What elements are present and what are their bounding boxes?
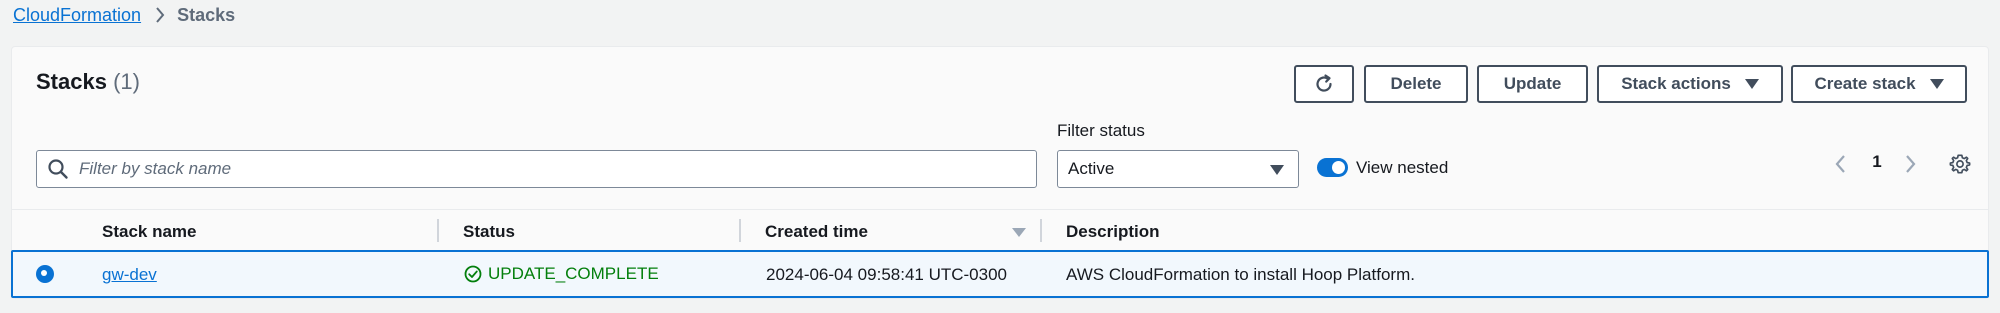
create-stack-button[interactable]: Create stack bbox=[1791, 65, 1967, 103]
table-header: Stack name Status Created time Descripti… bbox=[12, 209, 1988, 250]
created-time-cell: 2024-06-04 09:58:41 UTC-0300 bbox=[766, 265, 1007, 284]
caret-down-icon bbox=[1270, 165, 1284, 175]
column-divider[interactable] bbox=[437, 219, 439, 242]
delete-button-label: Delete bbox=[1390, 74, 1442, 93]
breadcrumb: CloudFormation Stacks bbox=[13, 2, 235, 28]
filter-status-value: Active bbox=[1068, 159, 1115, 178]
column-divider[interactable] bbox=[739, 219, 741, 242]
table-row[interactable]: gw-dev UPDATE_COMPLETE 2024-06-04 09:58:… bbox=[11, 250, 1989, 298]
row-select-radio[interactable] bbox=[36, 265, 54, 283]
search-icon bbox=[47, 158, 69, 180]
column-header-description[interactable]: Description bbox=[1066, 222, 1160, 242]
refresh-button[interactable] bbox=[1294, 65, 1354, 103]
stack-actions-label: Stack actions bbox=[1621, 74, 1731, 93]
filter-status-label: Filter status bbox=[1057, 121, 1145, 140]
column-header-status[interactable]: Status bbox=[463, 222, 515, 242]
refresh-icon bbox=[1313, 73, 1335, 95]
page-title: Stacks (1) bbox=[36, 69, 140, 95]
previous-page-button[interactable] bbox=[1830, 149, 1850, 179]
description-cell: AWS CloudFormation to install Hoop Platf… bbox=[1066, 265, 1415, 284]
column-divider[interactable] bbox=[1040, 219, 1042, 242]
delete-button[interactable]: Delete bbox=[1364, 65, 1468, 103]
next-page-button[interactable] bbox=[1901, 149, 1921, 179]
chevron-right-icon bbox=[1905, 154, 1917, 174]
gear-icon bbox=[1949, 153, 1971, 175]
column-header-stack-name[interactable]: Stack name bbox=[102, 222, 197, 242]
view-nested-label: View nested bbox=[1356, 158, 1449, 177]
update-button-label: Update bbox=[1503, 74, 1562, 93]
sort-descending-icon[interactable] bbox=[1012, 228, 1026, 237]
stack-actions-button[interactable]: Stack actions bbox=[1597, 65, 1783, 103]
create-stack-label: Create stack bbox=[1814, 74, 1916, 93]
stack-count: (1) bbox=[113, 69, 140, 94]
status-text: UPDATE_COMPLETE bbox=[488, 264, 659, 283]
update-button[interactable]: Update bbox=[1477, 65, 1588, 103]
breadcrumb-cloudformation-link[interactable]: CloudFormation bbox=[13, 5, 141, 26]
search-input[interactable] bbox=[77, 158, 1001, 180]
chevron-left-icon bbox=[1834, 154, 1846, 174]
page-number-button[interactable]: 1 bbox=[1867, 152, 1887, 172]
page-title-text: Stacks bbox=[36, 69, 107, 94]
toggle-knob bbox=[1332, 161, 1345, 174]
view-nested-toggle[interactable] bbox=[1317, 158, 1348, 177]
stack-name-link[interactable]: gw-dev bbox=[102, 265, 157, 284]
caret-down-icon bbox=[1744, 79, 1759, 89]
breadcrumb-current: Stacks bbox=[177, 4, 236, 25]
status-cell: UPDATE_COMPLETE bbox=[464, 264, 659, 284]
filter-status-select[interactable]: Active bbox=[1057, 150, 1299, 188]
caret-down-icon bbox=[1929, 79, 1944, 89]
preferences-button[interactable] bbox=[1947, 151, 1973, 177]
search-field[interactable] bbox=[36, 150, 1037, 188]
column-header-created-time[interactable]: Created time bbox=[765, 222, 868, 242]
check-circle-icon bbox=[464, 265, 482, 283]
stacks-panel: Stacks (1) Delete Update Stack actions C… bbox=[11, 46, 1989, 299]
chevron-right-icon bbox=[155, 7, 165, 23]
radio-dot bbox=[41, 270, 47, 276]
